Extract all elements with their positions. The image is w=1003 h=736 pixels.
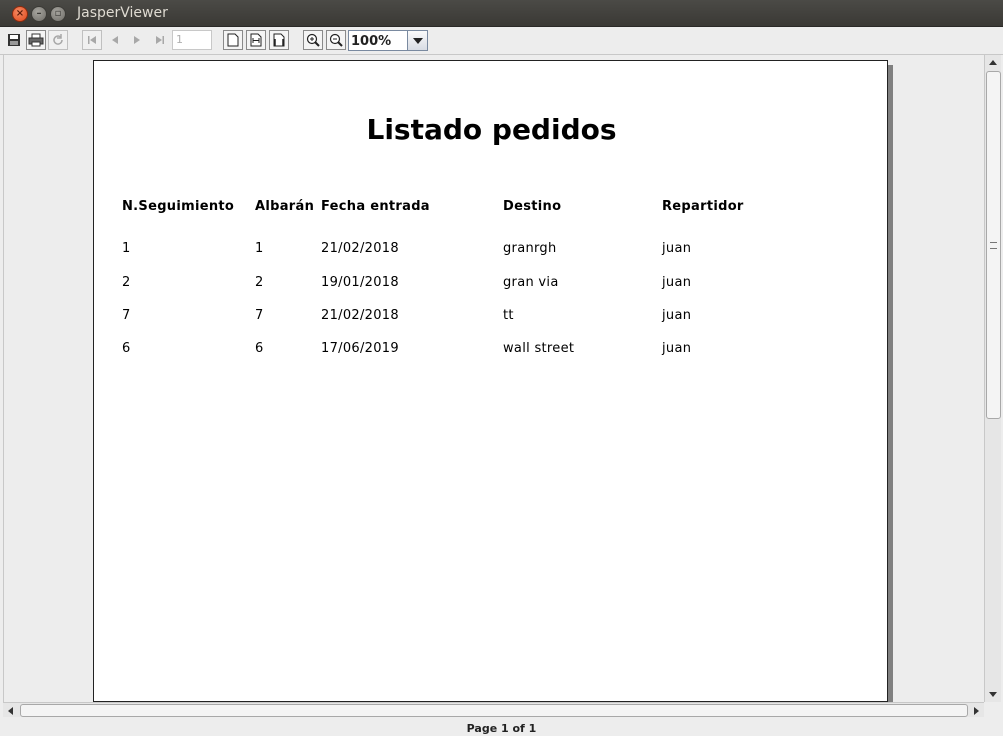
horizontal-scrollbar[interactable] <box>3 702 984 718</box>
cell-fecha: 17/06/2019 <box>321 341 399 356</box>
zoom-dropdown-button[interactable] <box>407 31 427 50</box>
column-header-albaran: Albarán <box>255 199 315 214</box>
save-button[interactable] <box>4 30 24 50</box>
cell-seguimiento: 6 <box>122 341 131 356</box>
cell-fecha: 21/02/2018 <box>321 241 399 256</box>
scroll-left-button[interactable] <box>3 703 18 718</box>
cell-repartidor: juan <box>662 275 692 290</box>
grip-icon <box>990 242 997 249</box>
next-page-icon <box>134 36 140 44</box>
actual-size-icon <box>227 33 239 47</box>
previous-page-button[interactable] <box>105 30 125 50</box>
page-info: Page 1 of 1 <box>466 722 537 735</box>
column-header-fecha: Fecha entrada <box>321 199 430 214</box>
cell-repartidor: juan <box>662 241 692 256</box>
horizontal-scroll-thumb[interactable] <box>20 704 968 717</box>
arrow-down-icon <box>989 692 997 697</box>
save-icon <box>8 34 20 46</box>
page-number-input[interactable]: 1 <box>172 30 212 50</box>
column-header-seguimiento: N.Seguimiento <box>122 199 235 214</box>
first-page-button[interactable] <box>82 30 102 50</box>
arrow-left-icon <box>8 706 13 715</box>
window-title: JasperViewer <box>77 5 168 21</box>
zoom-in-button[interactable] <box>303 30 323 50</box>
title-bar: × – ▫ JasperViewer <box>0 0 1003 27</box>
minimize-window-button[interactable]: – <box>31 6 47 22</box>
fit-page-button[interactable] <box>246 30 266 50</box>
cell-fecha: 19/01/2018 <box>321 275 399 290</box>
actual-size-button[interactable] <box>223 30 243 50</box>
fit-width-icon <box>273 33 285 47</box>
cell-destino: granrgh <box>503 241 557 256</box>
report-viewer[interactable]: Listado pedidos N.Seguimiento Albarán Fe… <box>3 55 985 702</box>
zoom-in-icon <box>306 33 320 47</box>
cell-albaran: 6 <box>255 341 264 356</box>
reload-button[interactable] <box>48 30 68 50</box>
last-page-button[interactable] <box>150 30 170 50</box>
cell-destino: wall street <box>503 341 575 356</box>
zoom-out-button[interactable] <box>326 30 346 50</box>
vertical-scroll-thumb[interactable] <box>986 71 1001 419</box>
arrow-up-icon <box>989 60 997 65</box>
zoom-out-icon <box>329 33 343 47</box>
fit-page-icon <box>250 33 262 47</box>
cell-fecha: 21/02/2018 <box>321 308 399 323</box>
scroll-up-button[interactable] <box>985 55 1001 70</box>
zoom-select[interactable]: 100% <box>348 30 428 51</box>
arrow-right-icon <box>974 706 979 715</box>
scroll-down-button[interactable] <box>985 687 1001 702</box>
last-page-icon <box>156 36 164 44</box>
cell-seguimiento: 1 <box>122 241 131 256</box>
cell-destino: gran via <box>503 275 559 290</box>
print-icon <box>28 33 44 47</box>
zoom-value: 100% <box>351 34 392 49</box>
fit-width-button[interactable] <box>269 30 289 50</box>
close-window-button[interactable]: × <box>12 6 28 22</box>
column-header-repartidor: Repartidor <box>662 199 744 214</box>
cell-repartidor: juan <box>662 341 692 356</box>
cell-albaran: 2 <box>255 275 264 290</box>
cell-destino: tt <box>503 308 514 323</box>
print-button[interactable] <box>26 30 46 50</box>
reload-icon <box>53 34 63 45</box>
first-page-icon <box>88 36 96 44</box>
maximize-window-button[interactable]: ▫ <box>50 6 66 22</box>
toolbar: 1 100% <box>0 27 1003 55</box>
cell-albaran: 7 <box>255 308 264 323</box>
cell-repartidor: juan <box>662 308 692 323</box>
report-title: Listado pedidos <box>366 113 617 146</box>
next-page-button[interactable] <box>127 30 147 50</box>
status-bar: Page 1 of 1 <box>0 717 1003 735</box>
report-page: Listado pedidos N.Seguimiento Albarán Fe… <box>93 60 888 702</box>
chevron-down-icon <box>412 37 423 44</box>
cell-seguimiento: 7 <box>122 308 131 323</box>
cell-seguimiento: 2 <box>122 275 131 290</box>
previous-page-icon <box>112 36 118 44</box>
scroll-right-button[interactable] <box>969 703 984 718</box>
cell-albaran: 1 <box>255 241 264 256</box>
vertical-scrollbar[interactable] <box>984 55 1001 702</box>
column-header-destino: Destino <box>503 199 562 214</box>
